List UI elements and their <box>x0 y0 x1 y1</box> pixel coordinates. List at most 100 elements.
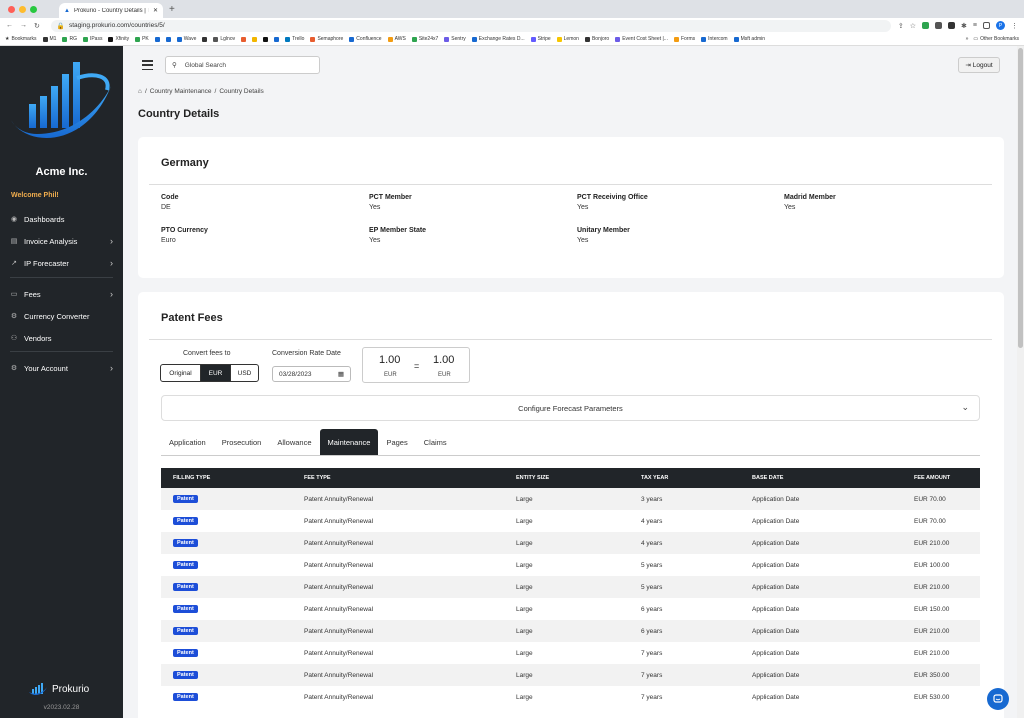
bookmark-item[interactable] <box>252 36 258 42</box>
table-cell: Patent Annuity/Renewal <box>304 539 374 547</box>
column-header[interactable]: TAX YEAR <box>641 475 752 481</box>
forward-icon[interactable]: → <box>20 22 27 29</box>
browser-tab[interactable]: ▲ Prokurio - Country Details | Th ✕ <box>59 3 163 18</box>
bookmark-item[interactable]: Intercom <box>701 36 728 42</box>
profile-avatar[interactable]: P <box>996 21 1005 30</box>
conversion-rate-date-input[interactable]: 03/28/2023 ▦ <box>272 366 351 382</box>
bookmark-item[interactable]: Msft admin <box>733 36 765 42</box>
extension-icon[interactable] <box>948 22 956 29</box>
bookmark-item[interactable]: Event Cost Sheet |... <box>615 36 668 42</box>
table-cell: Application Date <box>752 649 800 657</box>
bookmark-item[interactable]: PK <box>135 36 149 42</box>
browser-toolbar: ← → ↻ 🔒 staging.prokurio.com/countries/5… <box>0 18 1024 33</box>
tab-application[interactable]: Application <box>161 429 214 455</box>
bookmark-item[interactable]: IPass <box>82 36 102 42</box>
bookmark-item[interactable]: Lemon <box>556 36 579 42</box>
bookmark-item[interactable]: Lglnov <box>213 36 235 42</box>
maximize-window-button[interactable] <box>30 5 37 13</box>
bookmark-item[interactable]: RG <box>62 36 77 42</box>
bookmark-item[interactable] <box>263 36 269 42</box>
bookmark-item[interactable]: Exchange Rates D... <box>471 36 525 42</box>
bookmark-item[interactable]: Semaphore <box>310 36 343 42</box>
sidepanel-icon[interactable] <box>983 22 990 29</box>
bookmark-item[interactable]: Sentry <box>444 36 466 42</box>
bookmark-item[interactable]: Wave <box>176 36 196 42</box>
bookmark-item[interactable]: Confluence <box>349 36 382 42</box>
column-header[interactable]: ENTITY SIZE <box>516 475 641 481</box>
table-cell: Patent Annuity/Renewal <box>304 495 374 503</box>
bookmark-item[interactable]: ★ Bookmarks <box>5 36 37 42</box>
home-icon[interactable]: ⌂ <box>138 88 142 95</box>
bookmark-item[interactable] <box>202 36 208 42</box>
share-icon[interactable]: ⇪ <box>898 22 904 30</box>
bookmark-item[interactable]: AWS <box>387 36 406 42</box>
media-icon[interactable]: ≡ <box>973 22 977 29</box>
back-icon[interactable]: ← <box>6 22 13 29</box>
table-row: Patent Patent Annuity/Renewal Large 3 years… <box>161 488 980 510</box>
sidebar-item-your-account[interactable]: ⚙ Your Account › <box>0 360 123 376</box>
bookmark-item[interactable]: Forms <box>673 36 695 42</box>
logout-button[interactable]: ⇥ Logout <box>958 57 1000 73</box>
close-window-button[interactable] <box>8 5 15 13</box>
calendar-icon[interactable]: ▦ <box>338 370 344 378</box>
sidebar-item-ip-forecaster[interactable]: ↗ IP Forecaster › <box>0 255 123 271</box>
column-header[interactable]: BASE DATE <box>752 475 914 481</box>
sidebar-item-vendors[interactable]: ⚇ Vendors <box>0 330 123 346</box>
extension-icon[interactable] <box>922 22 930 29</box>
bookmark-item[interactable] <box>241 36 247 42</box>
star-icon[interactable]: ☆ <box>910 22 916 30</box>
sidebar-item-currency-converter[interactable]: ⚙ Currency Converter <box>0 308 123 324</box>
bookmark-item[interactable]: M1 <box>42 36 56 42</box>
bookmark-item[interactable] <box>154 36 160 42</box>
bookmark-item[interactable]: Bonjoro <box>584 36 609 42</box>
bookmark-item[interactable]: Trello <box>285 36 304 42</box>
column-header[interactable]: FEE TYPE <box>304 475 516 481</box>
bookmark-item[interactable]: Site24x7 <box>411 36 438 42</box>
currency-option-original[interactable]: Original <box>161 365 201 381</box>
bookmark-icon <box>701 36 707 42</box>
bookmark-item[interactable]: Xfinity <box>108 36 129 42</box>
bookmark-item[interactable] <box>274 36 280 42</box>
sidebar-item-fees[interactable]: ▭ Fees › <box>0 286 123 302</box>
breadcrumb-country-maintenance[interactable]: Country Maintenance <box>150 88 212 95</box>
tab-allowance[interactable]: Allowance <box>269 429 319 455</box>
global-search-input[interactable]: ⚲ Global Search <box>165 56 320 74</box>
tab-prosecution[interactable]: Prosecution <box>214 429 270 455</box>
bookmark-icon <box>154 36 160 42</box>
sidebar-divider <box>10 277 113 278</box>
puzzle-icon[interactable]: ✱ <box>961 22 967 30</box>
bookmarks-overflow-button[interactable]: » <box>966 36 969 42</box>
table-cell: Patent <box>161 605 304 613</box>
configure-forecast-accordion[interactable]: Configure Forecast Parameters ⌄ <box>161 395 980 421</box>
tab-maintenance[interactable]: Maintenance <box>319 429 379 455</box>
tab-pages[interactable]: Pages <box>378 429 415 455</box>
chevron-right-icon: › <box>110 236 113 246</box>
currency-option-usd[interactable]: USD <box>230 365 258 381</box>
bookmark-icon <box>241 36 247 42</box>
close-tab-icon[interactable]: ✕ <box>153 7 158 14</box>
currency-option-eur[interactable]: EUR <box>201 365 230 381</box>
reload-icon[interactable]: ↻ <box>34 22 40 30</box>
bookmark-item[interactable]: Stripe <box>530 36 551 42</box>
extension-icon[interactable] <box>935 22 943 29</box>
menu-kebab-icon[interactable]: ⋮ <box>1011 22 1018 30</box>
scrollbar-thumb[interactable] <box>1018 48 1023 348</box>
tab-claims[interactable]: Claims <box>416 429 455 455</box>
chat-support-button[interactable] <box>987 688 1009 710</box>
sidebar-item-dashboards[interactable]: ◉ Dashboards <box>0 211 123 227</box>
column-header[interactable]: FEE AMOUNT <box>914 475 980 481</box>
other-bookmarks-folder[interactable]: ▭ Other Bookmarks <box>973 36 1019 42</box>
hamburger-menu-button[interactable] <box>142 60 153 70</box>
column-header[interactable]: FILLING TYPE <box>161 475 304 481</box>
wallet-icon: ▭ <box>10 291 18 298</box>
table-cell: Patent <box>161 539 304 547</box>
page-scrollbar[interactable] <box>1017 46 1024 718</box>
address-bar[interactable]: 🔒 staging.prokurio.com/countries/5/ <box>50 19 891 32</box>
table-row: Patent Patent Annuity/Renewal Large 7 years… <box>161 664 980 686</box>
new-tab-button[interactable]: + <box>169 4 175 15</box>
bookmark-icon <box>349 36 355 42</box>
sidebar-item-invoice-analysis[interactable]: ▤ Invoice Analysis › <box>0 233 123 249</box>
minimize-window-button[interactable] <box>19 5 26 13</box>
bookmark-item[interactable] <box>165 36 171 42</box>
table-cell: 5 years <box>641 561 663 569</box>
